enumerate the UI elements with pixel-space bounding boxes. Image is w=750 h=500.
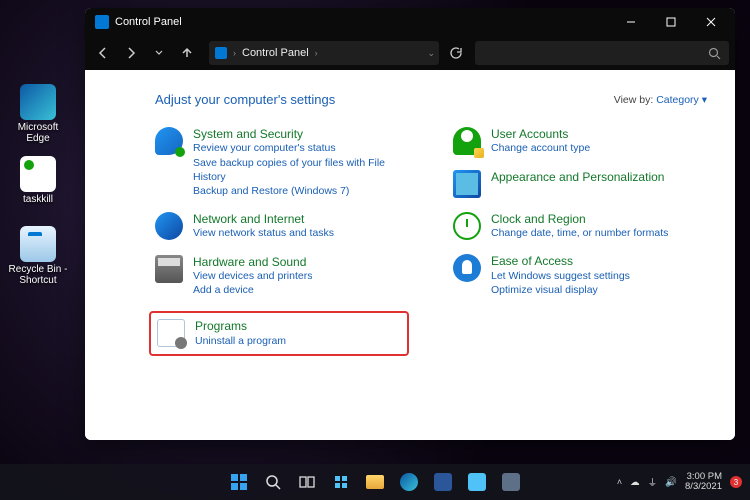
maximize-button[interactable] — [651, 8, 691, 36]
chevron-right-icon: › — [233, 48, 236, 58]
category-sec[interactable]: System and SecurityReview your computer'… — [155, 127, 409, 198]
recycle-bin-icon — [20, 226, 56, 262]
category-link[interactable]: View network status and tasks — [193, 226, 334, 240]
category-link[interactable]: Review your computer's status — [193, 141, 409, 155]
control-panel-icon — [215, 47, 227, 59]
page-title: Adjust your computer's settings — [155, 92, 335, 107]
wifi-icon[interactable]: ⏚ — [648, 475, 658, 489]
view-by-control: View by: Category ▾ — [614, 94, 707, 106]
usr-icon — [453, 127, 481, 155]
content-area: Adjust your computer's settings View by:… — [85, 70, 735, 440]
script-icon — [20, 156, 56, 192]
edge-icon — [20, 84, 56, 120]
category-link[interactable]: Save backup copies of your files with Fi… — [193, 156, 409, 184]
category-usr[interactable]: User AccountsChange account type — [453, 127, 707, 156]
net-icon — [155, 212, 183, 240]
breadcrumb[interactable]: Control Panel — [242, 47, 309, 59]
ea-icon — [453, 254, 481, 282]
category-title[interactable]: Programs — [195, 319, 286, 333]
category-link[interactable]: Uninstall a program — [195, 334, 286, 348]
taskbar-app-word[interactable] — [428, 467, 458, 497]
ap-icon — [453, 170, 481, 198]
desktop-icon-label: Recycle Bin - Shortcut — [8, 264, 68, 286]
taskbar: ˄ ☁ ⏚ 🔊 3:00 PM 8/3/2021 3 — [0, 464, 750, 500]
categories-left-column: System and SecurityReview your computer'… — [155, 127, 409, 356]
desktop-icon-label: Microsoft Edge — [8, 122, 68, 144]
clk-icon — [453, 212, 481, 240]
category-title[interactable]: Hardware and Sound — [193, 255, 312, 269]
control-panel-window: Control Panel › Control Panel › ⌄ Adjust… — [85, 8, 735, 440]
category-ea[interactable]: Ease of AccessLet Windows suggest settin… — [453, 254, 707, 297]
widgets-button[interactable] — [326, 467, 356, 497]
navbar: › Control Panel › ⌄ — [85, 36, 735, 70]
clock[interactable]: 3:00 PM 8/3/2021 — [685, 472, 722, 493]
search-icon — [708, 47, 721, 60]
desktop-icon-label: taskkill — [8, 194, 68, 205]
address-bar[interactable]: › Control Panel › ⌄ — [209, 41, 439, 65]
category-link[interactable]: Change date, time, or number formats — [491, 226, 668, 240]
category-link[interactable]: Add a device — [193, 283, 312, 297]
view-by-label: View by: — [614, 94, 654, 106]
start-button[interactable] — [224, 467, 254, 497]
taskbar-app-explorer[interactable] — [360, 467, 390, 497]
titlebar[interactable]: Control Panel — [85, 8, 735, 36]
view-by-dropdown[interactable]: Category ▾ — [656, 94, 707, 106]
category-link[interactable]: Optimize visual display — [491, 283, 630, 297]
notification-badge[interactable]: 3 — [730, 476, 742, 488]
date: 8/3/2021 — [685, 482, 722, 492]
category-title[interactable]: Ease of Access — [491, 254, 630, 268]
category-ap[interactable]: Appearance and Personalization — [453, 170, 707, 198]
prog-icon — [157, 319, 185, 347]
category-link[interactable]: Backup and Restore (Windows 7) — [193, 184, 409, 198]
hw-icon — [155, 255, 183, 283]
speaker-icon[interactable]: 🔊 — [665, 477, 677, 488]
nav-up-button[interactable] — [175, 41, 199, 65]
search-input[interactable] — [475, 41, 729, 65]
category-title[interactable]: Network and Internet — [193, 212, 334, 226]
category-net[interactable]: Network and InternetView network status … — [155, 212, 409, 241]
categories-right-column: User AccountsChange account type Appearan… — [453, 127, 707, 356]
nav-chevron-down-icon[interactable] — [147, 41, 171, 65]
close-button[interactable] — [691, 8, 731, 36]
category-hw[interactable]: Hardware and SoundView devices and print… — [155, 255, 409, 298]
onedrive-icon[interactable]: ☁ — [630, 477, 640, 488]
desktop-icon-taskkill[interactable]: taskkill — [8, 156, 68, 205]
taskbar-app-edge[interactable] — [394, 467, 424, 497]
minimize-button[interactable] — [611, 8, 651, 36]
category-title[interactable]: User Accounts — [491, 127, 590, 141]
sec-icon — [155, 127, 183, 155]
category-title[interactable]: System and Security — [193, 127, 409, 141]
nav-back-button[interactable] — [91, 41, 115, 65]
category-prog[interactable]: ProgramsUninstall a program — [149, 311, 409, 356]
chevron-down-icon[interactable]: ⌄ — [427, 48, 435, 59]
search-button[interactable] — [258, 467, 288, 497]
control-panel-icon — [95, 15, 109, 29]
category-title[interactable]: Clock and Region — [491, 212, 668, 226]
category-link[interactable]: Let Windows suggest settings — [491, 269, 630, 283]
taskbar-app-snipping[interactable] — [462, 467, 492, 497]
window-title: Control Panel — [115, 16, 182, 28]
chevron-right-icon: › — [315, 48, 318, 58]
category-link[interactable]: Change account type — [491, 141, 590, 155]
taskbar-app-generic[interactable] — [496, 467, 526, 497]
task-view-button[interactable] — [292, 467, 322, 497]
refresh-button[interactable] — [443, 41, 467, 65]
tray-overflow-icon[interactable]: ˄ — [617, 477, 622, 487]
desktop-icon-recycle-bin[interactable]: Recycle Bin - Shortcut — [8, 226, 68, 286]
nav-forward-button[interactable] — [119, 41, 143, 65]
category-link[interactable]: View devices and printers — [193, 269, 312, 283]
category-clk[interactable]: Clock and RegionChange date, time, or nu… — [453, 212, 707, 241]
desktop-icon-edge[interactable]: Microsoft Edge — [8, 84, 68, 144]
category-title[interactable]: Appearance and Personalization — [491, 170, 664, 184]
